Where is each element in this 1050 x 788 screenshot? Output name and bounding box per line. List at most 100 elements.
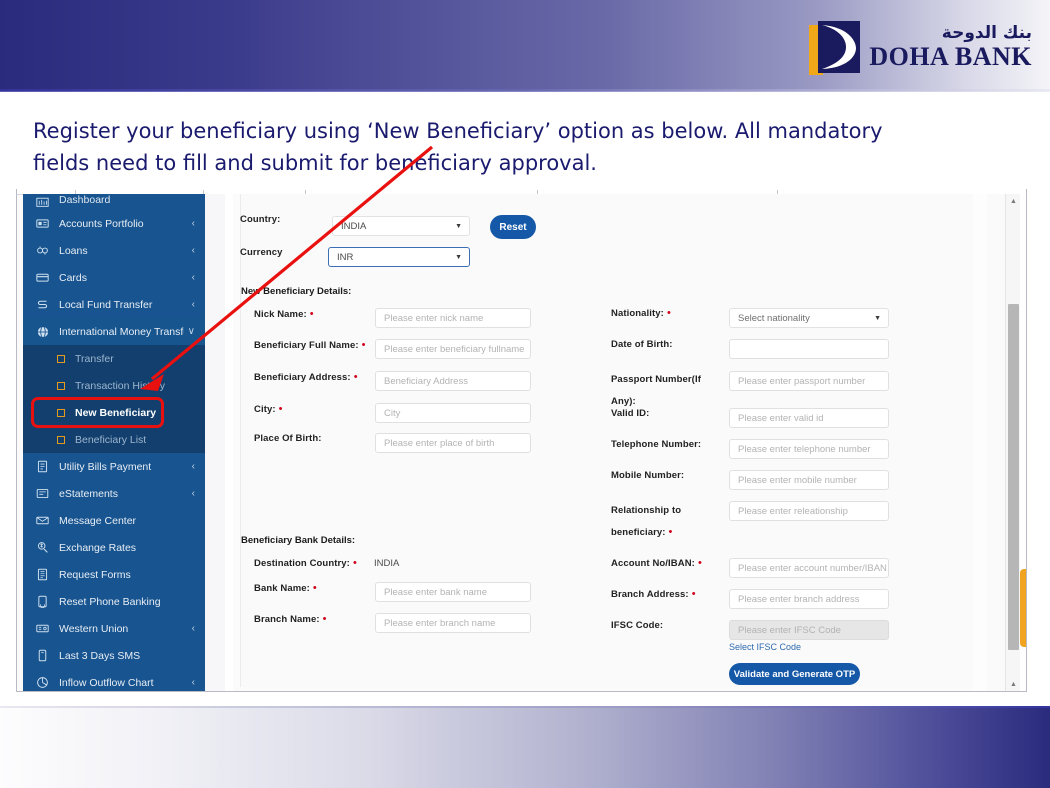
globe-icon	[35, 324, 50, 339]
logo-wordmark: بنك الدوحة DOHA BANK	[869, 24, 1032, 70]
sidebar-item-accounts-portfolio[interactable]: Accounts Portfolio ‹	[23, 210, 205, 237]
sidebar-item-local-fund-transfer[interactable]: Local Fund Transfer ‹	[23, 291, 205, 318]
date-of-birth-input[interactable]	[729, 339, 889, 359]
sidebar-item-reset-phone-banking[interactable]: Reset Phone Banking	[23, 588, 205, 615]
field-label-mobile-number: Mobile Number:	[611, 470, 684, 481]
relationship-input[interactable]: Please enter releationship	[729, 501, 889, 521]
place-of-birth-input[interactable]: Please enter place of birth	[375, 433, 531, 453]
field-label: Branch Name:	[254, 613, 320, 625]
sidebar-item-transaction-history[interactable]: Transaction History	[23, 372, 205, 399]
nick-name-input[interactable]: Please enter nick name	[375, 308, 531, 328]
sidebar-label: Inflow Outflow Chart	[59, 676, 154, 689]
chevron-left-icon: ‹	[1026, 602, 1027, 614]
transfer-icon	[35, 297, 50, 312]
field-label: Nick Name:	[254, 308, 307, 320]
field-label-place-of-birth: Place Of Birth:	[254, 433, 322, 444]
sidebar-item-inflow-outflow-chart[interactable]: Inflow Outflow Chart ‹	[23, 669, 205, 691]
sidebar-item-transfer[interactable]: Transfer	[23, 345, 205, 372]
field-label: Place Of Birth:	[254, 433, 322, 444]
sidebar-label: Loans	[59, 244, 88, 257]
sidebar-item-message-center[interactable]: Message Center	[23, 507, 205, 534]
sidebar-nav[interactable]: Dashboard Accounts Portfolio ‹ Loans ‹ C…	[23, 194, 205, 691]
section-title-beneficiary-details: New Beneficiary Details:	[241, 286, 352, 297]
sidebar-label: Local Fund Transfer	[59, 298, 153, 311]
scroll-down-arrow-icon[interactable]: ▲	[1006, 677, 1021, 691]
scroll-up-arrow-icon[interactable]: ▲	[1006, 194, 1021, 208]
field-label-branch-name: Branch Name: •	[254, 613, 326, 625]
sms-icon	[35, 648, 50, 663]
sidebar-item-international-money-transfer[interactable]: International Money Transfer ∨	[23, 318, 205, 345]
sidebar-item-request-forms[interactable]: Request Forms	[23, 561, 205, 588]
required-marker: •	[668, 525, 673, 538]
bank-name-input[interactable]: Please enter bank name	[375, 582, 531, 602]
chevron-down-icon: ∨	[187, 326, 195, 337]
telephone-number-input[interactable]: Please enter telephone number	[729, 439, 889, 459]
sidebar-label: Utility Bills Payment	[59, 460, 152, 473]
field-label-valid-id: Valid ID:	[611, 408, 649, 419]
section-title-bank-details: Beneficiary Bank Details:	[241, 535, 356, 546]
branch-name-input[interactable]: Please enter branch name	[375, 613, 531, 633]
account-no-iban-input[interactable]: Please enter account number/IBAN	[729, 558, 889, 578]
chart-icon	[35, 675, 50, 690]
required-marker: •	[691, 588, 696, 600]
sidebar-item-cards[interactable]: Cards ‹	[23, 264, 205, 291]
content-gutter-left	[205, 194, 225, 691]
doha-bank-logo-mark	[805, 19, 861, 75]
field-label: City:	[254, 403, 276, 415]
country-select[interactable]: INDIA ▼	[332, 216, 470, 236]
sidebar-item-exchange-rates[interactable]: Exchange Rates	[23, 534, 205, 561]
field-label: Account No/IBAN:	[611, 557, 695, 569]
validate-generate-otp-button[interactable]: Validate and Generate OTP	[729, 663, 860, 685]
field-label-beneficiary-address: Beneficiary Address: •	[254, 371, 358, 383]
field-label: Destination Country:	[254, 557, 350, 569]
panel-collapse-tab[interactable]: ‹	[1020, 569, 1027, 647]
sidebar-item-estatements[interactable]: eStatements ‹	[23, 480, 205, 507]
doha-bank-logo: بنك الدوحة DOHA BANK	[805, 18, 1032, 76]
chevron-down-icon: ▼	[455, 222, 462, 230]
field-label: Bank Name:	[254, 582, 310, 594]
sidebar-item-dashboard[interactable]: Dashboard	[23, 194, 205, 210]
chevron-left-icon: ‹	[191, 488, 195, 499]
branch-address-input[interactable]: Please enter branch address	[729, 589, 889, 609]
sidebar-item-beneficiary-list[interactable]: Beneficiary List	[23, 426, 205, 453]
square-bullet-icon	[57, 408, 65, 417]
sidebar-item-new-beneficiary[interactable]: New Beneficiary	[23, 399, 205, 426]
sidebar-item-utility-bills-payment[interactable]: Utility Bills Payment ‹	[23, 453, 205, 480]
required-marker: •	[278, 403, 283, 415]
currency-select[interactable]: INR ▼	[328, 247, 470, 267]
reset-button[interactable]: Reset	[490, 215, 536, 239]
loans-icon	[35, 243, 50, 258]
sidebar-label: Dashboard	[59, 194, 111, 206]
field-label-branch-address: Branch Address: •	[611, 588, 696, 600]
select-ifsc-code-link[interactable]: Select IFSC Code	[729, 642, 801, 652]
field-label-ifsc-code: IFSC Code:	[611, 620, 663, 631]
required-marker: •	[697, 557, 702, 569]
field-currency: Currency	[240, 247, 283, 258]
passport-number-input[interactable]: Please enter passport number	[729, 371, 889, 391]
valid-id-input[interactable]: Please enter valid id	[729, 408, 889, 428]
beneficiary-full-name-input[interactable]: Please enter beneficiary fullname	[375, 339, 531, 359]
sidebar-label: Accounts Portfolio	[59, 217, 144, 230]
vertical-scrollbar[interactable]: ▲ ▲	[1005, 194, 1020, 691]
field-label: Branch Address:	[611, 588, 689, 600]
chevron-left-icon: ‹	[191, 623, 195, 634]
sidebar-sublabel: Transaction History	[75, 379, 166, 392]
sidebar-sublabel: Transfer	[75, 352, 114, 365]
field-label-nationality: Nationality: •	[611, 307, 671, 319]
field-label-passport-number: Passport Number(If Any):	[611, 367, 716, 410]
mobile-number-input[interactable]: Please enter mobile number	[729, 470, 889, 490]
required-marker: •	[361, 339, 366, 351]
scrollbar-thumb[interactable]	[1008, 304, 1019, 650]
exchange-icon	[35, 540, 50, 555]
city-input[interactable]: City	[375, 403, 531, 423]
required-marker: •	[352, 557, 357, 569]
field-label: Valid ID:	[611, 408, 650, 419]
sidebar-item-loans[interactable]: Loans ‹	[23, 237, 205, 264]
nationality-select[interactable]: Select nationality ▼	[729, 308, 889, 328]
field-label-date-of-birth: Date of Birth:	[611, 339, 673, 350]
beneficiary-address-input[interactable]: Beneficiary Address	[375, 371, 531, 391]
sidebar-item-last-3-days-sms[interactable]: Last 3 Days SMS	[23, 642, 205, 669]
sidebar-item-western-union[interactable]: Western Union ‹	[23, 615, 205, 642]
required-marker: •	[309, 308, 314, 320]
content-rail-b	[987, 194, 1005, 691]
